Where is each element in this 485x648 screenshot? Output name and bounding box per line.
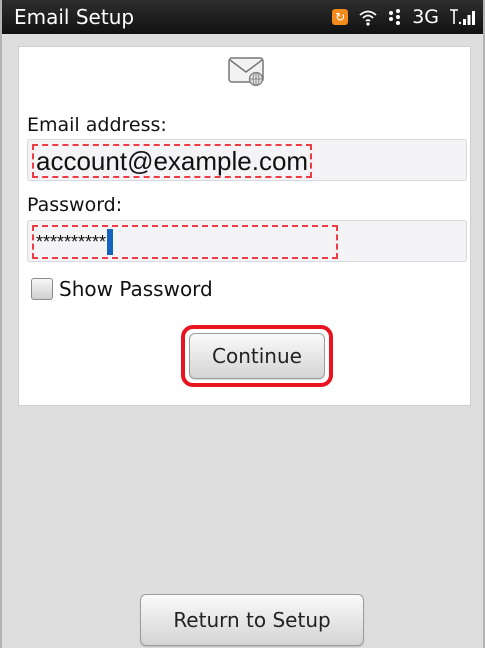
sync-icon: ↻ <box>332 9 349 25</box>
password-field[interactable]: ********** <box>27 220 467 262</box>
wifi-icon <box>358 8 378 26</box>
bluetooth-icon <box>388 8 402 26</box>
screen-title: Email Setup <box>14 5 135 29</box>
text-cursor <box>107 229 114 255</box>
email-value[interactable]: account@example.com <box>32 144 313 178</box>
status-bar: Email Setup ↻ 3G <box>2 0 483 34</box>
show-password-label: Show Password <box>59 277 213 301</box>
return-to-setup-button[interactable]: Return to Setup <box>140 594 364 646</box>
device-screen: Email Setup ↻ 3G Email address: account@… <box>0 0 485 648</box>
show-password-row[interactable]: Show Password <box>31 277 213 301</box>
continue-highlight: Continue <box>181 325 333 387</box>
password-value: ********** <box>36 232 107 252</box>
password-value-wrapper[interactable]: ********** <box>32 225 338 259</box>
network-type: 3G <box>412 6 439 28</box>
email-label: Email address: <box>27 114 167 136</box>
signal-icon <box>449 8 475 26</box>
email-setup-form: Email address: account@example.com Passw… <box>18 46 471 406</box>
password-label: Password: <box>27 194 123 216</box>
email-field[interactable]: account@example.com <box>27 139 467 181</box>
envelope-icon <box>227 55 267 87</box>
status-icons: ↻ 3G <box>332 4 475 30</box>
continue-button[interactable]: Continue <box>189 333 325 379</box>
show-password-checkbox[interactable] <box>31 278 53 300</box>
